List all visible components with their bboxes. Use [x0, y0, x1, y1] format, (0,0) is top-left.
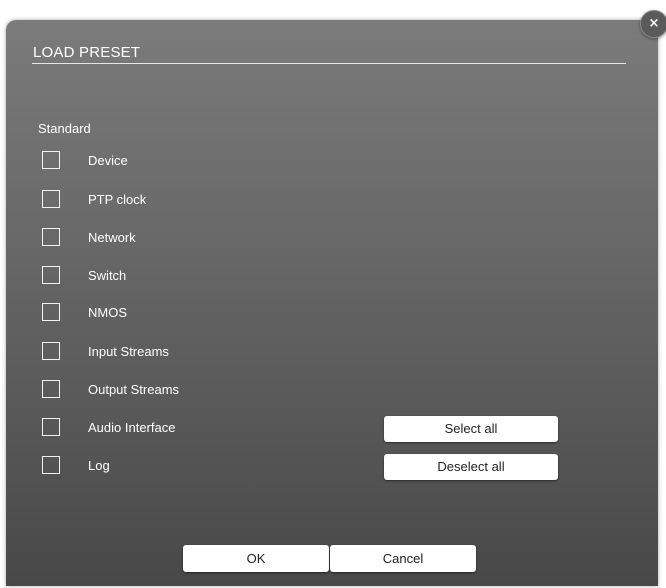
load-preset-dialog: LOAD PRESET Standard Device PTP clock Ne… [6, 20, 658, 586]
dialog-title: LOAD PRESET [33, 44, 141, 61]
option-audio-interface[interactable]: Audio Interface [42, 418, 302, 438]
option-label: Log [88, 458, 110, 473]
checkbox-ptp-clock[interactable] [42, 190, 60, 208]
cancel-button[interactable]: Cancel [330, 545, 476, 572]
checkbox-network[interactable] [42, 228, 60, 246]
option-label: NMOS [88, 305, 127, 320]
option-output-streams[interactable]: Output Streams [42, 380, 302, 400]
close-icon[interactable]: × [640, 10, 666, 38]
option-ptp-clock[interactable]: PTP clock [42, 190, 302, 210]
deselect-all-button[interactable]: Deselect all [384, 454, 558, 480]
checkbox-input-streams[interactable] [42, 342, 60, 360]
option-label: Network [88, 230, 136, 245]
option-label: Audio Interface [88, 420, 176, 435]
option-device[interactable]: Device [42, 151, 302, 171]
select-all-button[interactable]: Select all [384, 416, 558, 442]
checkbox-log[interactable] [42, 456, 60, 474]
section-label-standard: Standard [38, 121, 91, 136]
checkbox-audio-interface[interactable] [42, 418, 60, 436]
checkbox-switch[interactable] [42, 266, 60, 284]
option-label: Output Streams [88, 382, 180, 397]
checkbox-device[interactable] [42, 151, 60, 169]
option-switch[interactable]: Switch [42, 266, 302, 286]
option-input-streams[interactable]: Input Streams [42, 342, 302, 362]
checkbox-output-streams[interactable] [42, 380, 60, 398]
option-network[interactable]: Network [42, 228, 302, 248]
checkbox-nmos[interactable] [42, 303, 60, 321]
option-nmos[interactable]: NMOS [42, 303, 302, 323]
option-log[interactable]: Log [42, 456, 302, 476]
title-divider [32, 63, 626, 64]
ok-button[interactable]: OK [183, 545, 329, 572]
option-label: Input Streams [88, 344, 169, 359]
option-label: PTP clock [88, 192, 147, 207]
option-label: Device [88, 153, 128, 168]
option-label: Switch [88, 268, 127, 283]
